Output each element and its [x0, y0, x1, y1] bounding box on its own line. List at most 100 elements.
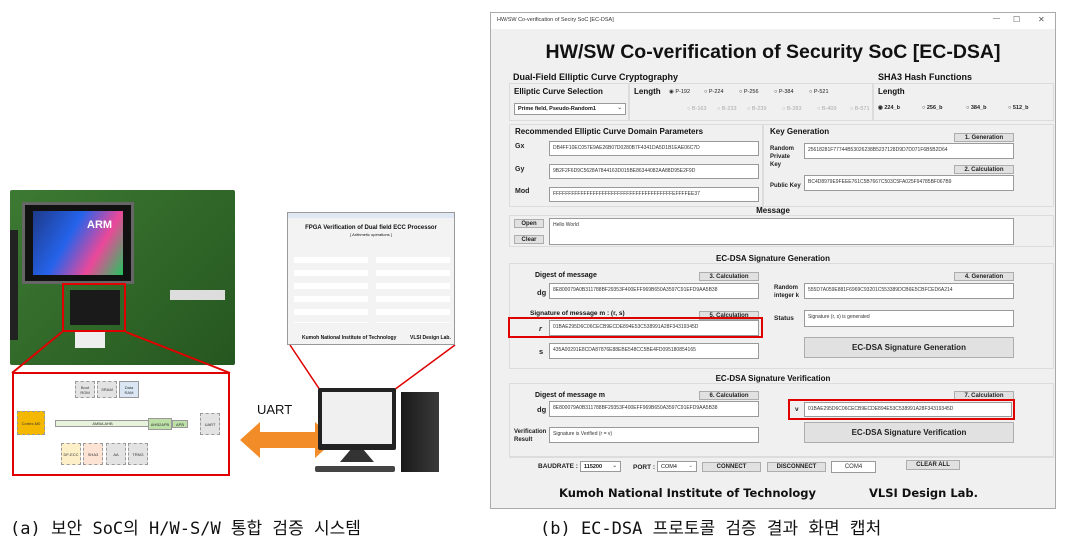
block-data-ram: Data RAM	[119, 381, 139, 398]
pc-monitor	[318, 388, 396, 450]
sig-gen-title: EC-DSA Signature Generation	[716, 254, 830, 263]
radio-p-192[interactable]: ◉ P-192	[669, 89, 690, 95]
mini-app-screenshot: FPGA Verification of Dual field ECC Proc…	[287, 212, 455, 345]
minimize-button[interactable]: —	[993, 15, 1000, 22]
v-label: v	[795, 406, 799, 413]
radio-p-521[interactable]: ○ P-521	[809, 89, 829, 95]
block-sha3: SHA3	[83, 443, 103, 465]
caption-b: (b) EC-DSA 프로토콜 검증 결과 화면 캡처	[540, 519, 882, 539]
curve-length-label: Length	[634, 87, 661, 96]
disconnect-button[interactable]: DISCONNECT	[767, 462, 826, 472]
radio-b-163[interactable]: ○ B-163	[687, 106, 707, 112]
status-field[interactable]: Signature (r, s) is generated	[804, 310, 1014, 327]
curve-selection-panel: Elliptic Curve Selection Prime field, Ps…	[509, 83, 629, 121]
radio-p-224[interactable]: ○ P-224	[704, 89, 724, 95]
block-boot-rom: Boot ROM	[75, 381, 95, 398]
public-key-field[interactable]: BC4D8979E9FEEE761C5B7667C503C5FA025F9478…	[804, 175, 1014, 191]
mini-footer-left: Kumoh National Institute of Technology	[302, 335, 397, 341]
mini-title: FPGA Verification of Dual field ECC Proc…	[305, 225, 437, 231]
generation-4-button[interactable]: 4. Generation	[954, 272, 1014, 281]
gx-label: Gx	[515, 143, 525, 150]
key-generation-panel: Key Generation 1. Generation Random Priv…	[763, 124, 1054, 207]
gy-field[interactable]: 9B2F2F6D9C5628A7844163D015BE86344082AA88…	[549, 164, 759, 179]
calculation-2-button[interactable]: 2. Calculation	[954, 165, 1014, 174]
sig-ver-panel: Digest of message m 6. Calculation dg 8E…	[509, 383, 1054, 457]
key-generation-title: Key Generation	[770, 127, 830, 136]
radio-b-409[interactable]: ○ B-409	[817, 106, 837, 112]
app-window: HW/SW Co-verification of Seciry SoC [EC-…	[490, 12, 1056, 509]
sig-gen-dg-field[interactable]: 8E800079A0B311788BF29353F400EFF969B650A3…	[549, 283, 759, 299]
sig-ver-dg-field[interactable]: 8E800079A0B311788BF29353F400EFF969B650A3…	[549, 401, 759, 417]
close-button[interactable]: ✕	[1038, 15, 1045, 24]
mod-field[interactable]: FFFFFFFFFFFFFFFFFFFFFFFFFFFFFFFFFFFFFFFE…	[549, 187, 759, 202]
radio-b-233[interactable]: ○ B-233	[717, 106, 737, 112]
random-k-label: Random integer k	[774, 285, 800, 299]
baudrate-select[interactable]: 115200 ⌄	[580, 461, 621, 472]
uart-label: UART	[257, 402, 293, 417]
sha3-length-label: Length	[878, 87, 905, 96]
verification-result-field[interactable]: Signature is Verified (r = v)	[549, 427, 759, 443]
block-trng: TRNG	[128, 443, 148, 465]
random-k-field[interactable]: 555D7A059E881F6969C93201C553389DCB6E5CBF…	[804, 283, 1014, 299]
radio-512-b[interactable]: ○ 512_b	[1008, 105, 1028, 111]
clear-button[interactable]: Clear	[514, 235, 544, 244]
message-textarea[interactable]: Hello World	[549, 218, 1014, 245]
gy-label: Gy	[515, 166, 525, 173]
gx-field[interactable]: DB4FF10EC057E9AE26B07D0280B7F4341DA5D1B1…	[549, 141, 759, 156]
public-key-label: Public Key	[770, 183, 801, 189]
caption-a: (a) 보안 SoC의 H/W-S/W 통합 검증 시스템	[10, 519, 361, 539]
calculation-6-button[interactable]: 6. Calculation	[699, 391, 759, 400]
chevron-down-icon: ⌄	[688, 463, 693, 469]
block-df-ecc: DF-ECC	[61, 443, 81, 465]
verification-result-label: Verification Result	[514, 429, 547, 443]
block-amba-ahb: AMBA AHB	[55, 420, 150, 427]
block-aa: AA	[106, 443, 126, 465]
sha3-length-panel: Length ◉ 224_b ○ 256_b ○ 384_b ○ 512_b	[873, 83, 1054, 121]
block-ahb2apb: AHB2APB	[148, 418, 172, 430]
port-select[interactable]: COM4 ⌄	[657, 461, 697, 472]
curve-selection-label: Elliptic Curve Selection	[514, 87, 603, 96]
calculation-3-button[interactable]: 3. Calculation	[699, 272, 759, 281]
clear-all-button[interactable]: CLEAR ALL	[906, 460, 960, 470]
radio-b-283[interactable]: ○ B-283	[782, 106, 802, 112]
baudrate-label: BAUDRATE :	[538, 463, 578, 470]
s-field[interactable]: 435A00291E8CDA87876E88EBE548CC5BE4FD0951…	[549, 343, 759, 359]
digest-label: Digest of message	[535, 272, 597, 279]
chevron-down-icon: ⌄	[612, 463, 617, 469]
status-label: Status	[774, 315, 794, 322]
generation-1-button[interactable]: 1. Generation	[954, 133, 1014, 142]
sig-ver-title: EC-DSA Signature Verification	[715, 374, 831, 383]
maximize-button[interactable]: ☐	[1013, 15, 1020, 24]
radio-p-256[interactable]: ○ P-256	[739, 89, 759, 95]
radio-b-239[interactable]: ○ B-239	[747, 106, 767, 112]
block-apb: APB	[172, 420, 188, 428]
radio-256-b[interactable]: ○ 256_b	[922, 105, 942, 111]
ver-digest-label: Digest of message m	[535, 392, 606, 399]
signature-generation-button[interactable]: EC-DSA Signature Generation	[804, 337, 1014, 358]
radio-p-384[interactable]: ○ P-384	[774, 89, 794, 95]
signature-verification-button[interactable]: EC-DSA Signature Verification	[804, 422, 1014, 443]
private-key-field[interactable]: 25618281F77744B53026238B5237128D9D7D071F…	[804, 143, 1014, 159]
curve-select[interactable]: Prime field, Pseudo-Random1 ⌄	[514, 103, 626, 115]
baudrate-value: 115200	[584, 464, 603, 470]
mini-footer-right: VLSI Design Lab.	[410, 335, 451, 341]
window-title-bar: HW/SW Co-verification of Seciry SoC [EC-…	[491, 13, 1055, 29]
sig-gen-panel: Digest of message 3. Calculation dg 8E80…	[508, 263, 1054, 369]
page-title: HW/SW Co-verification of Security SoC [E…	[545, 41, 1001, 63]
connect-button[interactable]: CONNECT	[702, 462, 761, 472]
v-field[interactable]: 01BAE295D6C06CECB9ECDE894E53C538991A28F3…	[804, 402, 1012, 417]
open-button[interactable]: Open	[514, 219, 544, 228]
signature-label: Signature of message m : (r, s)	[530, 310, 625, 317]
connected-port-field[interactable]: COM4	[831, 461, 876, 473]
footer-lab: VLSI Design Lab.	[869, 486, 979, 500]
pc-tower	[401, 392, 439, 472]
radio-384-b[interactable]: ○ 384_b	[966, 105, 986, 111]
radio-224-b[interactable]: ◉ 224_b	[878, 105, 900, 111]
block-sram: SRAM	[97, 381, 117, 398]
domain-params-title: Recommended Elliptic Curve Domain Parame…	[515, 127, 704, 136]
curve-select-value: Prime field, Pseudo-Random1	[518, 106, 596, 112]
message-panel: Open Clear Hello World	[509, 215, 1054, 247]
dg-label: dg	[537, 288, 547, 297]
radio-b-571[interactable]: ○ B-571	[850, 106, 870, 112]
domain-params-panel: Recommended Elliptic Curve Domain Parame…	[509, 124, 763, 207]
